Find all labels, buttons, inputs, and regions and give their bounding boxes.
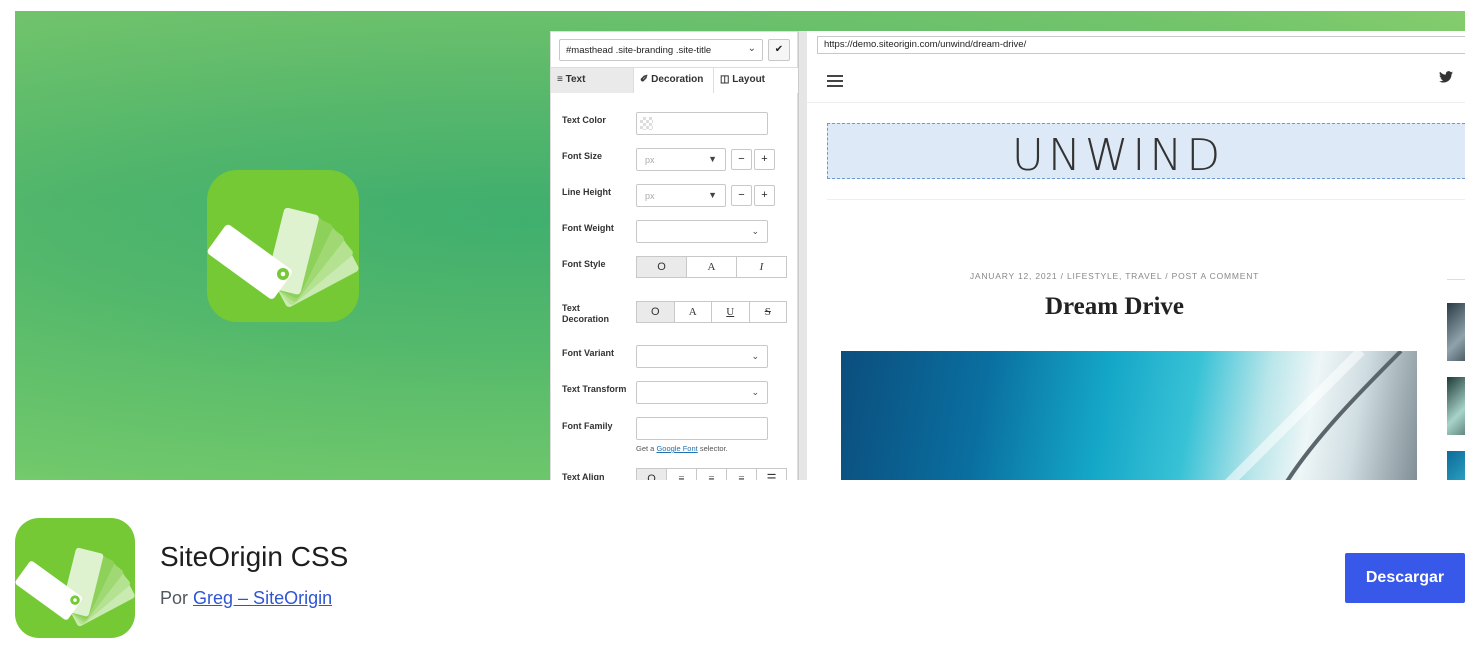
text-decoration-buttons: O A U S [636, 301, 787, 323]
align-right-icon[interactable]: ≡ [696, 469, 726, 480]
text-icon: ≡ [557, 74, 563, 85]
text-align-buttons: O ≡ ≡ ≡ ☰ [636, 468, 787, 480]
text-decoration-label: Text Decoration [562, 303, 610, 324]
line-height-increase-button[interactable]: + [754, 185, 775, 206]
layout-icon: ◫ [720, 74, 730, 85]
font-style-italic-button[interactable]: I [736, 257, 786, 277]
plugin-title: SiteOrigin CSS [160, 541, 349, 572]
sidebar-thumbnail[interactable] [1447, 451, 1465, 480]
font-style-label: Font Style [562, 259, 606, 269]
font-size-input[interactable]: px ▼ [636, 148, 726, 171]
decoration-normal-button[interactable]: A [673, 302, 712, 322]
text-transform-select[interactable]: ⌄ [636, 381, 768, 404]
css-editor-panel: #masthead .site-branding .site-title ⌄ ✔… [550, 31, 799, 480]
font-size-label: Font Size [562, 151, 602, 161]
text-color-field[interactable] [636, 112, 768, 135]
font-family-input[interactable] [636, 417, 768, 440]
font-weight-select[interactable]: ⌄ [636, 220, 768, 243]
chevron-down-icon: ⌄ [751, 351, 759, 361]
preview-url-bar[interactable]: https://demo.siteorigin.com/unwind/dream… [817, 36, 1465, 54]
post-title: Dream Drive [1044, 293, 1185, 320]
color-swatch-icon [640, 117, 653, 130]
menu-icon[interactable] [827, 75, 843, 90]
site-preview: https://demo.siteorigin.com/unwind/dream… [807, 31, 1465, 480]
chevron-down-icon: ⌄ [747, 43, 756, 54]
text-color-label: Text Color [562, 115, 606, 125]
font-variant-select[interactable]: ⌄ [636, 345, 768, 368]
caret-down-icon: ▼ [708, 154, 717, 164]
line-height-decrease-button[interactable]: − [731, 185, 752, 206]
confirm-selector-button[interactable]: ✔ [768, 39, 790, 61]
decoration-none-button[interactable]: O [637, 302, 674, 322]
align-center-icon[interactable]: ≡ [726, 469, 756, 480]
plugin-logo-large [207, 170, 359, 322]
sidebar-thumbnail[interactable] [1447, 303, 1465, 361]
post-hero-image [841, 351, 1417, 480]
plugin-banner: #masthead .site-branding .site-title ⌄ ✔… [15, 11, 1465, 480]
font-style-none-button[interactable]: O [637, 257, 686, 277]
text-align-label: Text Align [562, 472, 605, 480]
site-header [807, 59, 1465, 103]
align-none-button[interactable]: O [637, 469, 666, 480]
google-font-link[interactable]: Google Font [656, 444, 697, 453]
font-style-normal-button[interactable]: A [686, 257, 736, 277]
font-style-buttons: O A I [636, 256, 787, 278]
panel-divider[interactable] [798, 31, 807, 480]
text-transform-label: Text Transform [562, 384, 627, 394]
site-logo: UNWIND [1011, 130, 1225, 181]
line-height-label: Line Height [562, 187, 611, 197]
caret-down-icon: ▼ [708, 190, 717, 200]
author-link[interactable]: Greg – SiteOrigin [193, 588, 332, 608]
eyedropper-icon: ✐ [640, 74, 649, 85]
editor-tabs: ≡ Text ✐ Decoration ◫ Layout [551, 67, 799, 93]
tab-decoration[interactable]: ✐ Decoration [633, 68, 713, 93]
font-family-label: Font Family [562, 421, 613, 431]
align-left-icon[interactable]: ≡ [666, 469, 696, 480]
plugin-author: Por Greg – SiteOrigin [160, 588, 333, 608]
google-font-hint: Get a Google Font selector. [636, 444, 728, 453]
chevron-down-icon: ⌄ [751, 387, 759, 397]
site-title-highlight[interactable]: UNWIND [827, 123, 1465, 181]
underline-button[interactable]: U [711, 302, 749, 322]
tab-layout[interactable]: ◫ Layout [713, 68, 799, 93]
download-button[interactable]: Descargar [1345, 553, 1465, 603]
font-size-decrease-button[interactable]: − [731, 149, 752, 170]
font-size-increase-button[interactable]: + [754, 149, 775, 170]
align-justify-icon[interactable]: ☰ [756, 469, 786, 480]
plugin-icon [15, 518, 135, 638]
sidebar-thumbnail[interactable] [1447, 377, 1465, 435]
font-weight-label: Font Weight [562, 223, 614, 233]
twitter-icon[interactable] [1439, 71, 1453, 86]
post-meta: JANUARY 12, 2021 / LIFESTYLE, TRAVEL / P… [969, 271, 1260, 281]
line-height-input[interactable]: px ▼ [636, 184, 726, 207]
strikethrough-button[interactable]: S [748, 302, 787, 322]
selector-dropdown[interactable]: #masthead .site-branding .site-title ⌄ [559, 39, 763, 61]
chevron-down-icon: ⌄ [751, 226, 759, 236]
tab-text[interactable]: ≡ Text [551, 68, 633, 93]
font-variant-label: Font Variant [562, 348, 615, 358]
